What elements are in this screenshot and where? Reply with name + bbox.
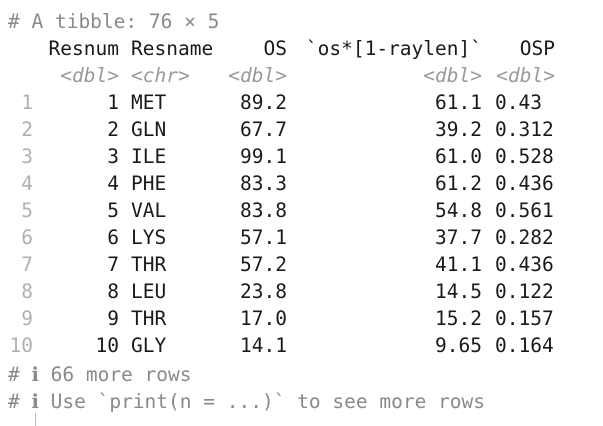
row-index: 1 (21, 91, 33, 114)
cell-os: 17.0 (240, 307, 287, 330)
column-header-osp: OSP (519, 37, 555, 60)
cell-os: 99.1 (240, 145, 287, 168)
cell-os: 83.3 (240, 172, 287, 195)
column-header-os-raylen: `os*[1-raylen]` (305, 37, 482, 60)
cell-osp: 0.164 (495, 334, 554, 357)
cell-os-raylen: 9.65 (435, 334, 482, 357)
console: { "console": { "header": "# A tibble: 76… (0, 0, 603, 426)
column-type-os: <dbl> (228, 64, 287, 87)
column-type-resnum: <dbl> (60, 64, 119, 87)
cell-os: 83.8 (240, 199, 287, 222)
table-row: 1 1 MET 89.2 61.1 0.43 (0, 89, 603, 116)
cell-resname: LYS (131, 226, 167, 249)
cell-resname: MET (131, 91, 167, 114)
table-row: 7 7 THR 57.2 41.1 0.436 (0, 251, 603, 278)
cell-osp: 0.312 (495, 118, 554, 141)
cell-resnum: 3 (107, 145, 119, 168)
cell-os: 57.1 (240, 226, 287, 249)
cell-resnum: 1 (107, 91, 119, 114)
cell-os: 89.2 (240, 91, 287, 114)
cell-os-raylen: 61.2 (435, 172, 482, 195)
row-index: 9 (21, 307, 33, 330)
table-row: 4 4 PHE 83.3 61.2 0.436 (0, 170, 603, 197)
table-row: 6 6 LYS 57.1 37.7 0.282 (0, 224, 603, 251)
row-index: 3 (21, 145, 33, 168)
cell-os: 57.2 (240, 253, 287, 276)
cell-resnum: 6 (107, 226, 119, 249)
cell-resname: LEU (131, 280, 167, 303)
cell-os: 23.8 (240, 280, 287, 303)
column-header-row: Resnum Resname OS `os*[1-raylen]` OSP (0, 35, 603, 62)
cell-resnum: 7 (107, 253, 119, 276)
row-index: 8 (21, 280, 33, 303)
cell-os-raylen: 54.8 (435, 199, 482, 222)
column-type-os-raylen: <dbl> (423, 64, 482, 87)
table-row: 8 8 LEU 23.8 14.5 0.122 (0, 278, 603, 305)
table-row: 3 3 ILE 99.1 61.0 0.528 (0, 143, 603, 170)
print-hint-note: # ℹ Use `print(n = ...)` to see more row… (8, 390, 486, 413)
cell-osp: 0.122 (495, 280, 554, 303)
table-row: 5 5 VAL 83.8 54.8 0.561 (0, 197, 603, 224)
cell-resname: ILE (131, 145, 167, 168)
cell-resname: PHE (131, 172, 167, 195)
column-header-os: OS (263, 37, 287, 60)
cell-os-raylen: 14.5 (435, 280, 482, 303)
cell-osp: 0.561 (495, 199, 554, 222)
cell-os-raylen: 37.7 (435, 226, 482, 249)
text-cursor (35, 413, 36, 426)
cell-os: 14.1 (240, 334, 287, 357)
cell-os-raylen: 15.2 (435, 307, 482, 330)
row-index: 10 (9, 334, 33, 357)
cell-resnum: 10 (95, 334, 119, 357)
cell-osp: 0.436 (495, 172, 554, 195)
column-type-osp: <dbl> (496, 64, 555, 87)
tibble-header: # A tibble: 76 × 5 (8, 10, 220, 33)
table-row: 9 9 THR 17.0 15.2 0.157 (0, 305, 603, 332)
cell-resnum: 9 (107, 307, 119, 330)
table-row: 10 10 GLY 14.1 9.65 0.164 (0, 332, 603, 359)
row-index: 7 (21, 253, 33, 276)
column-header-resnum: Resnum (48, 37, 119, 60)
cell-resnum: 5 (107, 199, 119, 222)
cell-osp: 0.436 (495, 253, 554, 276)
cell-resname: THR (131, 307, 167, 330)
row-index: 2 (21, 118, 33, 141)
column-type-resname: <chr> (131, 64, 190, 87)
cell-os: 67.7 (240, 118, 287, 141)
cell-resnum: 8 (107, 280, 119, 303)
cell-resname: GLN (131, 118, 167, 141)
column-type-row: <dbl> <chr> <dbl> <dbl> <dbl> (0, 62, 603, 89)
cell-resname: GLY (131, 334, 167, 357)
cell-resnum: 4 (107, 172, 119, 195)
cell-resname: VAL (131, 199, 167, 222)
cell-resname: THR (131, 253, 167, 276)
cell-os-raylen: 61.0 (435, 145, 482, 168)
row-index: 6 (21, 226, 33, 249)
cell-osp: 0.157 (495, 307, 554, 330)
row-index: 4 (21, 172, 33, 195)
table-row: 2 2 GLN 67.7 39.2 0.312 (0, 116, 603, 143)
cell-os-raylen: 39.2 (435, 118, 482, 141)
row-index: 5 (21, 199, 33, 222)
cell-osp: 0.528 (495, 145, 554, 168)
cell-osp: 0.282 (495, 226, 554, 249)
cell-os-raylen: 41.1 (435, 253, 482, 276)
cell-os-raylen: 61.1 (435, 91, 482, 114)
cell-resnum: 2 (107, 118, 119, 141)
more-rows-note: # ℹ 66 more rows (8, 363, 192, 386)
column-header-resname: Resname (131, 37, 214, 60)
cell-osp: 0.43 (495, 91, 542, 114)
